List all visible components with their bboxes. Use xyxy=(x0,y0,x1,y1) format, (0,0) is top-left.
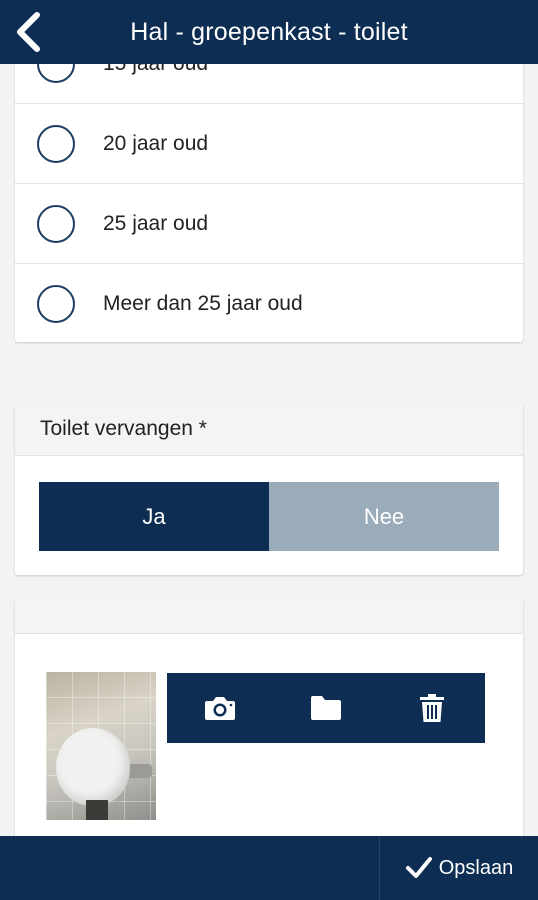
delete-photo-button[interactable] xyxy=(397,678,467,738)
save-label: Opslaan xyxy=(438,856,514,879)
save-button[interactable]: Opslaan xyxy=(379,836,538,900)
radio-option-label: 15 jaar oud xyxy=(103,64,208,76)
checkmark-icon xyxy=(405,857,432,878)
radio-option[interactable]: Meer dan 25 jaar oud xyxy=(15,264,523,343)
radio-option-label: 20 jaar oud xyxy=(103,131,209,155)
form-content[interactable]: 15 jaar oud 20 jaar oud 25 jaar oud Meer… xyxy=(0,64,538,836)
folder-icon xyxy=(311,696,341,720)
radio-option[interactable]: 25 jaar oud xyxy=(15,184,523,264)
chevron-left-icon xyxy=(17,12,40,52)
back-button[interactable] xyxy=(6,8,50,56)
radio-button[interactable] xyxy=(37,204,75,243)
camera-icon xyxy=(205,697,235,720)
bottom-bar: Opslaan xyxy=(0,836,538,900)
toilet-replace-label: Toilet vervangen * xyxy=(15,403,523,456)
photo-toolbar xyxy=(167,673,485,743)
choose-file-button[interactable] xyxy=(291,678,361,738)
radio-option[interactable]: 15 jaar oud xyxy=(15,64,523,104)
radio-button[interactable] xyxy=(37,284,75,323)
radio-option-label: Meer dan 25 jaar oud xyxy=(103,291,303,315)
toggle-yes-button[interactable]: Ja xyxy=(39,482,269,551)
page-title: Hal - groepenkast - toilet xyxy=(130,17,408,46)
photo-card xyxy=(15,598,523,836)
top-app-bar: Hal - groepenkast - toilet xyxy=(0,0,538,64)
toggle-no-button[interactable]: Nee xyxy=(269,482,499,551)
radio-button[interactable] xyxy=(37,64,75,83)
radio-option[interactable]: 20 jaar oud xyxy=(15,104,523,184)
take-photo-button[interactable] xyxy=(185,678,255,738)
age-options-card: 15 jaar oud 20 jaar oud 25 jaar oud Meer… xyxy=(15,64,523,342)
radio-button[interactable] xyxy=(37,124,75,163)
photo-card-header xyxy=(15,598,523,634)
photo-thumbnail[interactable] xyxy=(46,672,156,820)
toilet-replace-card: Toilet vervangen * Ja Nee xyxy=(15,403,523,575)
trash-icon xyxy=(420,694,444,722)
radio-option-label: 25 jaar oud xyxy=(103,211,209,235)
yes-no-toggle: Ja Nee xyxy=(39,482,499,551)
